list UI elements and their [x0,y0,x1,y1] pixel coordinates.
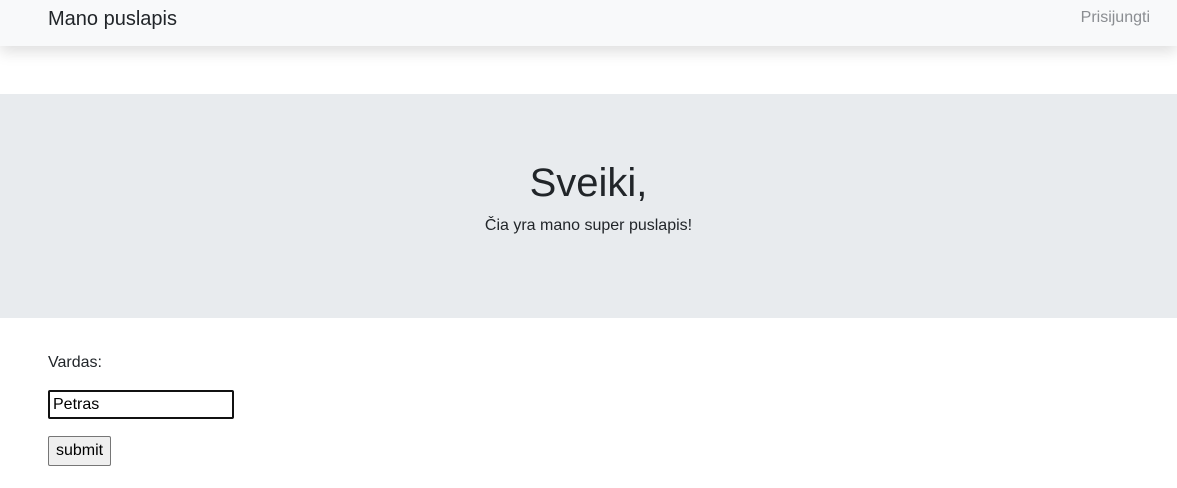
navbar: Mano puslapis Prisijungti [0,0,1177,46]
hero-banner: Sveiki, Čia yra mano super puslapis! [0,94,1177,318]
submit-button[interactable]: submit [48,436,111,466]
login-link[interactable]: Prisijungti [1081,8,1150,27]
name-input[interactable] [48,390,234,419]
name-label: Vardas: [48,354,102,371]
hero-subtitle: Čia yra mano super puslapis! [484,217,693,234]
hero-title: Sveiki, [529,161,648,205]
brand-link[interactable]: Mano puslapis [48,7,177,31]
